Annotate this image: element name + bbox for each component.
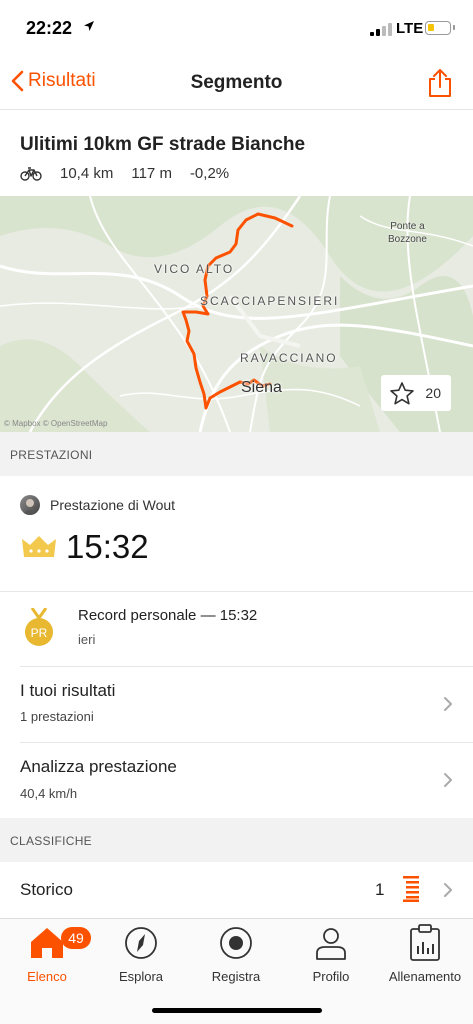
avatar [20, 495, 40, 515]
training-icon [380, 923, 470, 963]
compass-icon [96, 923, 186, 963]
section-header-performances: PRESTAZIONI [0, 432, 473, 476]
network-type: LTE [396, 20, 424, 37]
tab-explore[interactable]: Esplora [96, 923, 186, 984]
status-bar: 22:22 LTE [0, 0, 473, 58]
analyze-performance-row[interactable]: Analizza prestazione 40,4 km/h [0, 743, 473, 818]
map-label-vico-alto: VICO ALTO [154, 262, 235, 276]
performance-time: 15:32 [66, 528, 149, 565]
pr-medal-text: PR [31, 626, 48, 640]
rank-bars-icon [403, 876, 419, 902]
star-icon [390, 381, 414, 404]
chevron-right-icon [444, 697, 452, 711]
pr-date: ieri [78, 632, 96, 647]
map-label-bozzone: Bozzone [388, 234, 427, 245]
battery-icon [425, 21, 455, 35]
tab-label: Elenco [27, 969, 67, 984]
tab-profile[interactable]: Profilo [286, 923, 376, 984]
history-count: 1 [375, 880, 385, 899]
tab-label: Registra [211, 969, 261, 984]
location-arrow-icon [84, 21, 94, 31]
tab-record[interactable]: Registra [191, 923, 281, 984]
analyze-performance-title: Analizza prestazione [20, 757, 177, 776]
chevron-right-icon [444, 883, 452, 897]
star-segment-button[interactable]: 20 [381, 375, 451, 411]
tab-label: Profilo [312, 969, 350, 984]
segment-distance: 10,4 km [60, 165, 114, 182]
pr-title: Record personale — 15:32 [78, 607, 258, 624]
map-label-siena: Siena [241, 379, 282, 396]
your-results-title: I tuoi risultati [20, 681, 116, 700]
segment-name: Ulitimi 10km GF strade Bianche [20, 134, 306, 155]
crown-icon [22, 536, 56, 557]
tab-training[interactable]: Allenamento [380, 923, 470, 984]
profile-icon [286, 923, 376, 963]
analyze-performance-speed: 40,4 km/h [20, 786, 78, 801]
segment-stats: 10,4 km 117 m -0,2% [20, 165, 247, 182]
star-count: 20 [425, 385, 441, 401]
status-time: 22:22 [26, 18, 73, 38]
notification-badge: 49 [61, 927, 91, 949]
map-label-ponte-a: Ponte a [390, 221, 425, 232]
navigation-bar: Risultati Segmento [0, 58, 473, 110]
map-label-scacciapensieri: SCACCIAPENSIERI [200, 294, 340, 308]
pr-medal-icon: PR [25, 608, 53, 646]
your-results-count: 1 prestazioni [20, 709, 94, 724]
home-indicator[interactable] [152, 1008, 322, 1013]
history-title: Storico [20, 880, 73, 899]
map-label-ravacciano: RAVACCIANO [240, 351, 338, 365]
back-button[interactable]: Risultati [10, 70, 96, 92]
your-results-row[interactable]: I tuoi risultati 1 prestazioni [0, 667, 473, 742]
tab-label: Allenamento [388, 969, 462, 984]
chevron-right-icon [444, 773, 452, 787]
divider [0, 591, 473, 592]
performance-athlete: Prestazione di Wout [50, 497, 176, 513]
tab-label: Esplora [118, 969, 164, 984]
segment-elevation: 117 m [131, 165, 172, 182]
bike-icon [20, 166, 42, 181]
section-header-leaderboards: CLASSIFICHE [0, 818, 473, 862]
map-label-ponte-a-bozzone: Ponte a Bozzone [388, 220, 427, 246]
segment-grade: -0,2% [189, 165, 230, 182]
back-label: Risultati [28, 70, 96, 91]
segment-map[interactable]: VICO ALTO SCACCIAPENSIERI RAVACCIANO Sie… [0, 196, 473, 432]
map-attribution: © Mapbox © OpenStreetMap [4, 419, 108, 428]
record-icon [191, 923, 281, 963]
chevron-left-icon [11, 70, 24, 92]
cellular-signal-icon [370, 22, 392, 36]
share-icon[interactable] [427, 68, 453, 98]
